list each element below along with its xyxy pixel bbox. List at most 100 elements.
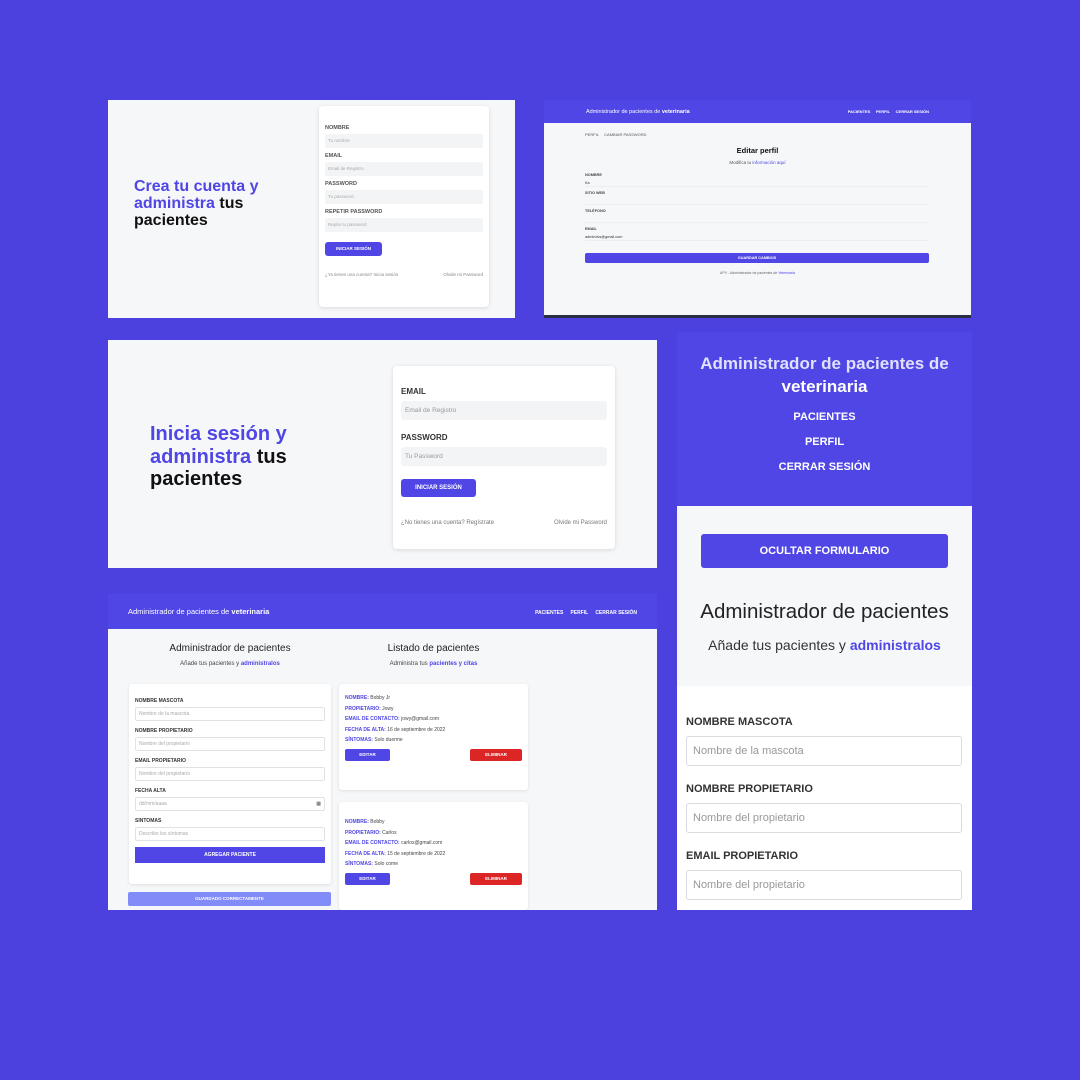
- email-input[interactable]: Email de Registro: [401, 401, 607, 420]
- save-button[interactable]: GUARDAR CAMBIOS: [585, 253, 929, 263]
- field-label: SÍNTOMAS:: [345, 861, 373, 867]
- nav-perfil[interactable]: PERFIL: [570, 610, 588, 616]
- nav-cerrar-sesion[interactable]: CERRAR SESIÓN: [677, 461, 972, 473]
- password-label: PASSWORD: [325, 181, 357, 187]
- email-label: EMAIL: [585, 227, 597, 231]
- forgot-password-link[interactable]: Olvide mi Password: [443, 272, 483, 277]
- heading-part: tus: [219, 195, 244, 212]
- field-value: Jowy: [382, 705, 394, 712]
- login-link[interactable]: ¿Ya tienes una cuenta? Inicia sesión: [325, 272, 398, 277]
- field-value: Bobby Jr: [370, 695, 391, 701]
- heading-part: Crea tu cuenta y: [134, 178, 259, 195]
- nombre-mascota-label: NOMBRE MASCOTA: [686, 716, 793, 728]
- calendar-icon[interactable]: ▦: [316, 801, 321, 807]
- top-nav: PACIENTES PERFIL CERRAR SESIÓN: [530, 607, 637, 616]
- email-label: EMAIL: [401, 387, 426, 396]
- delete-button[interactable]: ELIMINAR: [470, 872, 522, 885]
- fecha-alta-input[interactable]: dd/mm/aaaa ▦: [135, 797, 325, 811]
- nav-cerrar-sesion[interactable]: CERRAR SESIÓN: [595, 610, 637, 616]
- hide-form-button[interactable]: OCULTAR FORMULARIO: [701, 534, 948, 568]
- patient-email: EMAIL DE CONTACTO: jowy@gmail.com: [345, 714, 522, 725]
- field-value: Solo come: [374, 861, 398, 867]
- footer-link: Veterinaria: [778, 271, 795, 275]
- field-label: SÍNTOMAS:: [345, 737, 373, 743]
- nombre-propietario-label: NOMBRE PROPIETARIO: [135, 728, 193, 734]
- field-value: carlos@gmail.com: [401, 840, 443, 846]
- subnav-cambiar-password[interactable]: CAMBIAR PASSWORD: [604, 132, 646, 137]
- email-input[interactable]: admindvs@gmail.com: [585, 233, 929, 241]
- app-title-text: Administrador de pacientes de: [700, 354, 949, 373]
- patient-email: EMAIL DE CONTACTO: carlos@gmail.com: [345, 838, 522, 849]
- field-label: FECHA DE ALTA:: [345, 726, 386, 733]
- field-value: 16 de septiembre de 2022: [387, 726, 446, 733]
- register-form: NOMBRE Tu nombre EMAIL Email de Registro…: [319, 106, 489, 307]
- nav-cerrar-sesion[interactable]: CERRAR SESIÓN: [896, 109, 929, 114]
- list-title: Listado de pacientes: [387, 643, 480, 654]
- sitio-web-label: SITIO WEB: [585, 191, 605, 195]
- heading-part: pacientes: [134, 212, 208, 229]
- add-patient-button[interactable]: AGREGAR PACIENTE: [135, 847, 325, 863]
- nav-pacientes[interactable]: PACIENTES: [848, 109, 871, 114]
- email-input[interactable]: Email de Registro: [325, 162, 483, 176]
- nombre-propietario-input[interactable]: Nombre del propietario: [135, 737, 325, 751]
- nombre-propietario-input[interactable]: Nombre del propietario: [686, 803, 962, 833]
- field-value: jowy@gmail.com: [401, 716, 439, 722]
- forgot-password-link[interactable]: Olvide mi Password: [554, 520, 607, 526]
- mobile-header: Administrador de pacientes de veterinari…: [677, 332, 972, 506]
- patient-propietario: PROPIETARIO: Carlos: [345, 828, 522, 839]
- nav-perfil[interactable]: PERFIL: [876, 109, 890, 114]
- patient-form: NOMBRE MASCOTA Nombre de la mascota NOMB…: [129, 684, 331, 884]
- nombre-input[interactable]: Ka: [585, 179, 929, 187]
- password-input[interactable]: Tu password: [325, 190, 483, 204]
- patient-nombre: NOMBRE: Bobby Jr: [345, 693, 522, 704]
- email-propietario-input[interactable]: Nombre del propietario: [135, 767, 325, 781]
- app-brand: veterinaria: [781, 377, 868, 396]
- footer: APV - Administrador de pacientes de Vete…: [544, 271, 971, 275]
- mobile-section: OCULTAR FORMULARIO Administrador de paci…: [677, 506, 972, 686]
- list-subtitle: Administra tus pacientes y citas: [339, 661, 528, 667]
- password-input[interactable]: Tu Password: [401, 447, 607, 466]
- email-propietario-input[interactable]: Nombre del propietario: [686, 870, 962, 900]
- patient-sintomas: SÍNTOMAS: Solo duerme: [345, 735, 522, 746]
- repeat-password-label: REPETIR PASSWORD: [325, 209, 383, 215]
- telefono-input[interactable]: [585, 215, 929, 223]
- subtitle-link: administralos: [849, 637, 941, 653]
- telefono-label: TELÉFONO: [585, 209, 606, 213]
- nombre-label: NOMBRE: [325, 125, 350, 131]
- heading-part: pacientes: [150, 468, 243, 490]
- field-label: NOMBRE:: [345, 695, 369, 701]
- nombre-mascota-label: NOMBRE MASCOTA: [135, 698, 184, 704]
- nav-pacientes[interactable]: PACIENTES: [535, 610, 563, 616]
- patient-propietario: PROPIETARIO: Jowy: [345, 704, 522, 715]
- profile-form: NOMBRE Ka SITIO WEB TELÉFONO EMAIL admin…: [585, 173, 929, 263]
- nombre-mascota-input[interactable]: Nombre de la mascota: [135, 707, 325, 721]
- nav-pacientes[interactable]: PACIENTES: [677, 411, 972, 423]
- email-propietario-label: EMAIL PROPIETARIO: [135, 758, 186, 764]
- nombre-input[interactable]: Tu nombre: [325, 134, 483, 148]
- app-brand: veterinaria: [661, 108, 690, 115]
- dashboard-screenshot: Administrador de pacientes de veterinari…: [108, 594, 657, 910]
- nombre-mascota-input[interactable]: Nombre de la mascota: [686, 736, 962, 766]
- page-title: Editar perfil: [736, 146, 779, 155]
- login-button[interactable]: INICIAR SESIÓN: [401, 479, 476, 497]
- edit-button[interactable]: EDITAR: [345, 748, 390, 761]
- register-link[interactable]: ¿No tienes una cuenta? Regístrate: [401, 520, 494, 526]
- repeat-password-input[interactable]: Repite tu password: [325, 218, 483, 232]
- field-label: EMAIL DE CONTACTO:: [345, 716, 400, 722]
- app-title-text: Administrador de pacientes de: [128, 607, 230, 616]
- sitio-web-input[interactable]: [585, 197, 929, 205]
- edit-button[interactable]: EDITAR: [345, 872, 390, 885]
- patient-card: NOMBRE: Bobby PROPIETARIO: Carlos EMAIL …: [339, 802, 528, 910]
- heading-part: tus: [256, 445, 287, 468]
- register-screenshot: Crea tu cuenta y administra tus paciente…: [108, 100, 515, 318]
- subnav-perfil[interactable]: PERFIL: [585, 132, 599, 137]
- nombre-label: NOMBRE: [585, 173, 602, 177]
- submit-button[interactable]: INICIAR SESIÓN: [325, 242, 382, 256]
- login-form: EMAIL Email de Registro PASSWORD Tu Pass…: [393, 366, 615, 549]
- fecha-alta-label: FECHA ALTA: [135, 788, 166, 794]
- sintomas-input[interactable]: Describe los síntomas: [135, 827, 325, 841]
- delete-button[interactable]: ELIMINAR: [470, 748, 522, 761]
- subtitle-text: Modifica tu: [729, 160, 752, 165]
- subtitle-text: Añade tus pacientes y: [180, 661, 240, 667]
- nav-perfil[interactable]: PERFIL: [677, 436, 972, 448]
